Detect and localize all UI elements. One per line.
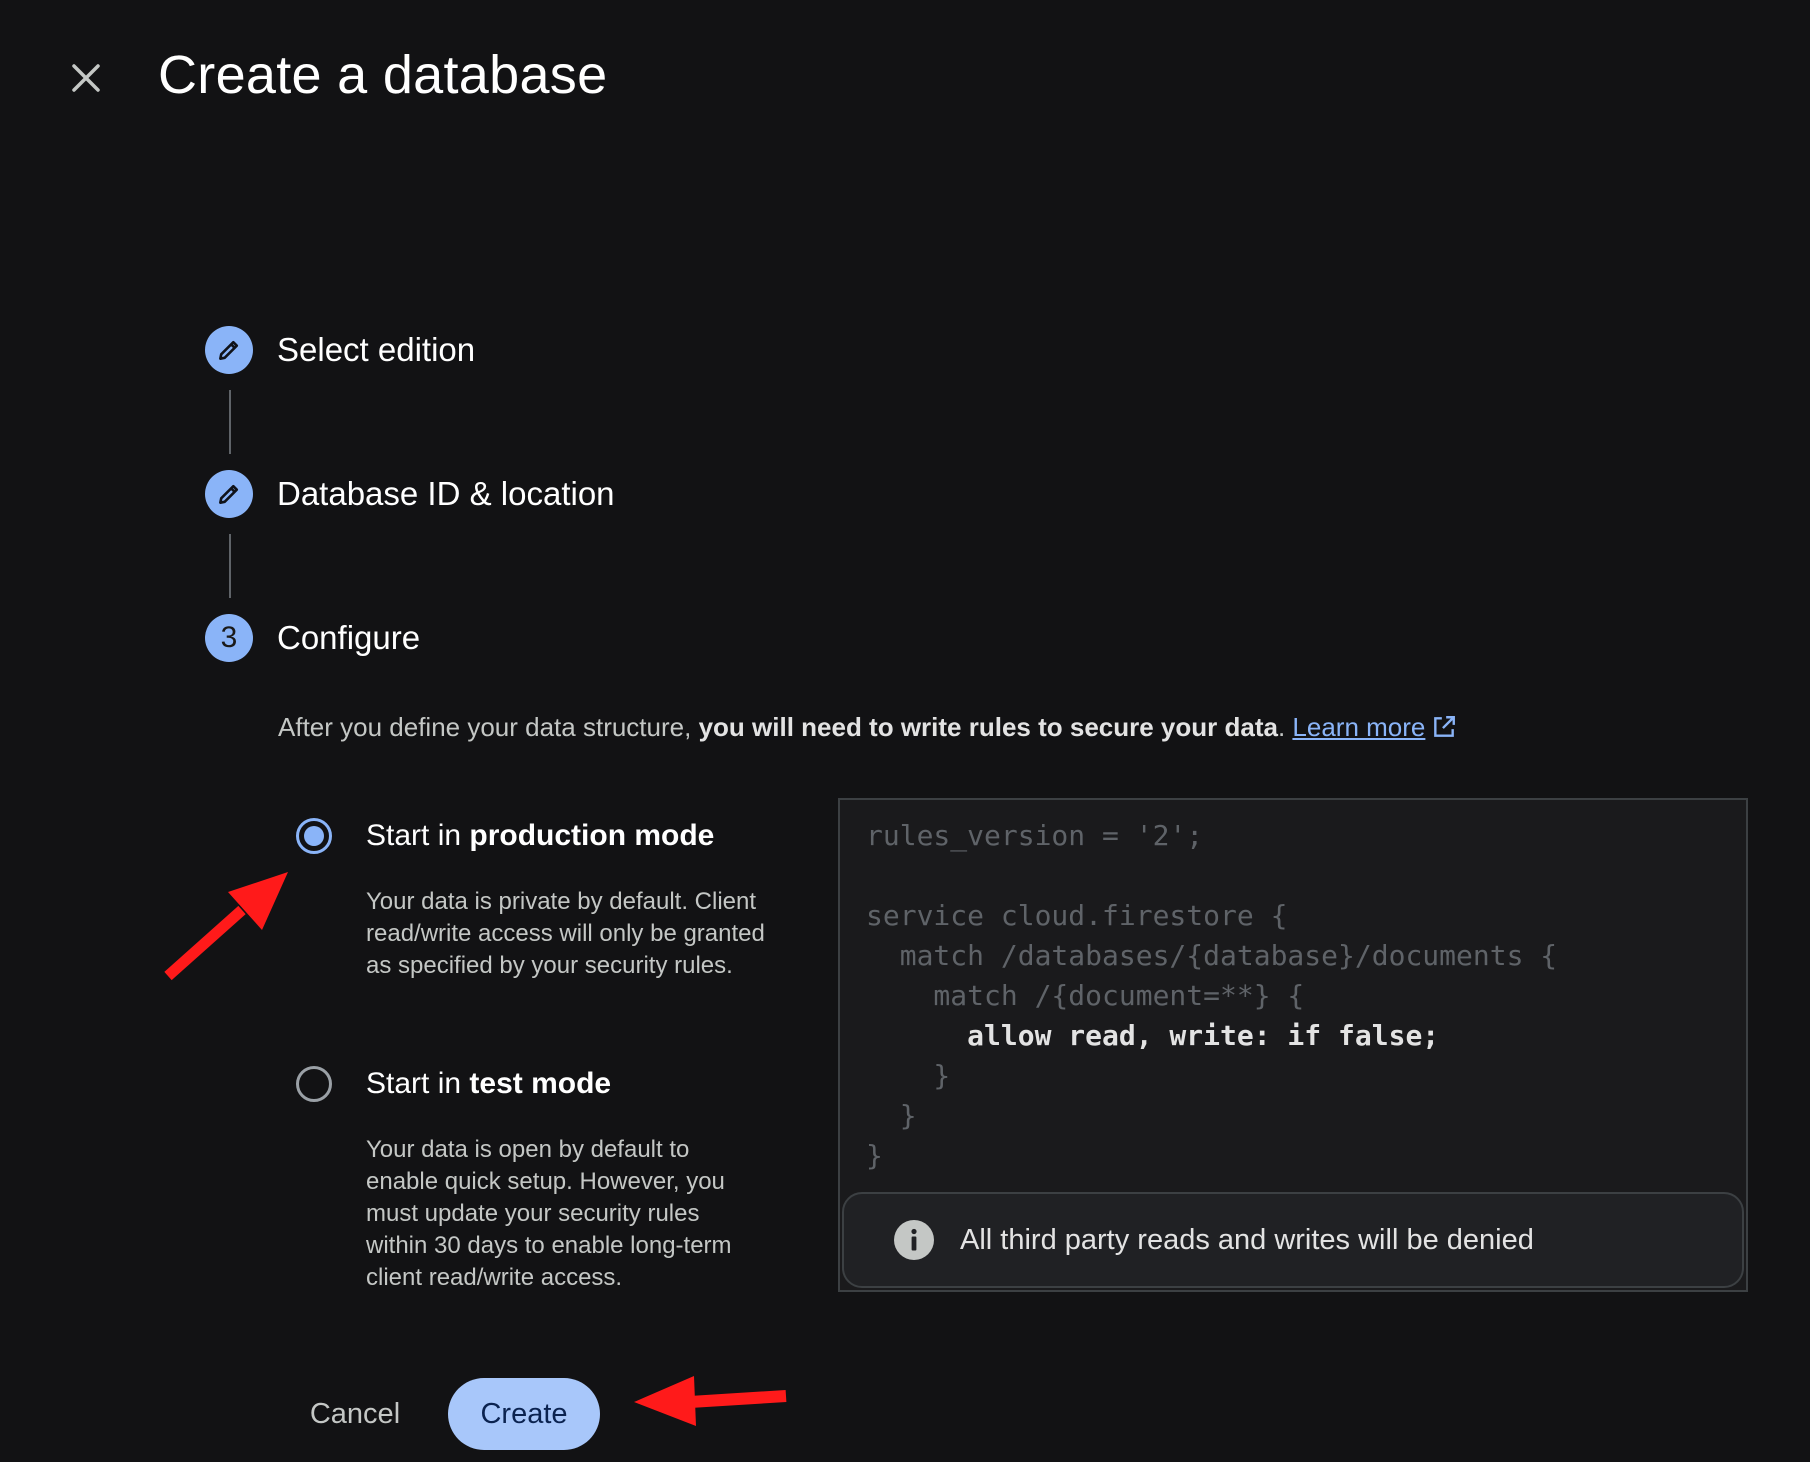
configure-description: After you define your data structure, yo… [278, 712, 1457, 743]
code-line: match /databases/{database}/documents { [866, 939, 1558, 972]
step-circle-completed [205, 470, 253, 518]
info-icon [894, 1220, 934, 1260]
radio-production-mode[interactable]: Start in production mode [296, 818, 714, 854]
step-database-id-location[interactable]: Database ID & location [205, 470, 615, 518]
step-configure: 3 Configure [205, 614, 420, 662]
cancel-button[interactable]: Cancel [290, 1378, 420, 1450]
step-connector [229, 390, 231, 454]
production-mode-description: Your data is private by default. Client … [366, 888, 765, 979]
step-connector [229, 534, 231, 598]
step-label: Configure [277, 619, 421, 656]
learn-more-text: Learn more [1292, 712, 1426, 742]
create-button[interactable]: Create [448, 1378, 600, 1450]
info-text: All third party reads and writes will be… [960, 1223, 1534, 1256]
radio-label: Start in test mode [366, 1067, 612, 1100]
step-label: Select edition [277, 331, 476, 368]
code-line: } [866, 1139, 883, 1172]
test-mode-description: Your data is open by default to enable q… [366, 1136, 732, 1291]
step-label: Database ID & location [277, 475, 615, 512]
radio-label: Start in production mode [366, 819, 715, 852]
annotation-arrow-icon [164, 872, 288, 981]
rules-preview-panel: rules_version = '2'; service cloud.fires… [838, 798, 1748, 1292]
radio-button-selected[interactable] [296, 818, 332, 854]
learn-more-link[interactable]: Learn more [1292, 712, 1425, 742]
info-banner: All third party reads and writes will be… [842, 1192, 1744, 1288]
description-bold: you will need to write rules to secure y… [698, 712, 1278, 742]
step-select-edition[interactable]: Select edition [205, 326, 475, 374]
annotation-arrow-icon [634, 1376, 787, 1426]
external-link-icon[interactable] [1431, 714, 1457, 740]
code-line: match /{document=**} { [866, 979, 1305, 1012]
description-suffix: . [1277, 712, 1286, 742]
code-line: } [866, 1099, 917, 1132]
radio-test-mode[interactable]: Start in test mode [296, 1066, 611, 1102]
code-line: rules_version = '2'; [866, 819, 1204, 852]
code-line: allow read, write: if false; [866, 1019, 1440, 1052]
rules-code: rules_version = '2'; service cloud.fires… [866, 816, 1557, 1176]
close-button[interactable] [62, 54, 110, 102]
step-circle-completed [205, 326, 253, 374]
pencil-icon [219, 340, 239, 360]
code-line: service cloud.firestore { [866, 899, 1288, 932]
page-title: Create a database [158, 45, 608, 105]
code-line: } [866, 1059, 951, 1092]
description-text: After you define your data structure, [278, 712, 692, 742]
step-number: 3 [205, 614, 253, 662]
radio-button[interactable] [296, 1066, 332, 1102]
pencil-icon [219, 484, 239, 504]
close-icon [72, 64, 100, 92]
